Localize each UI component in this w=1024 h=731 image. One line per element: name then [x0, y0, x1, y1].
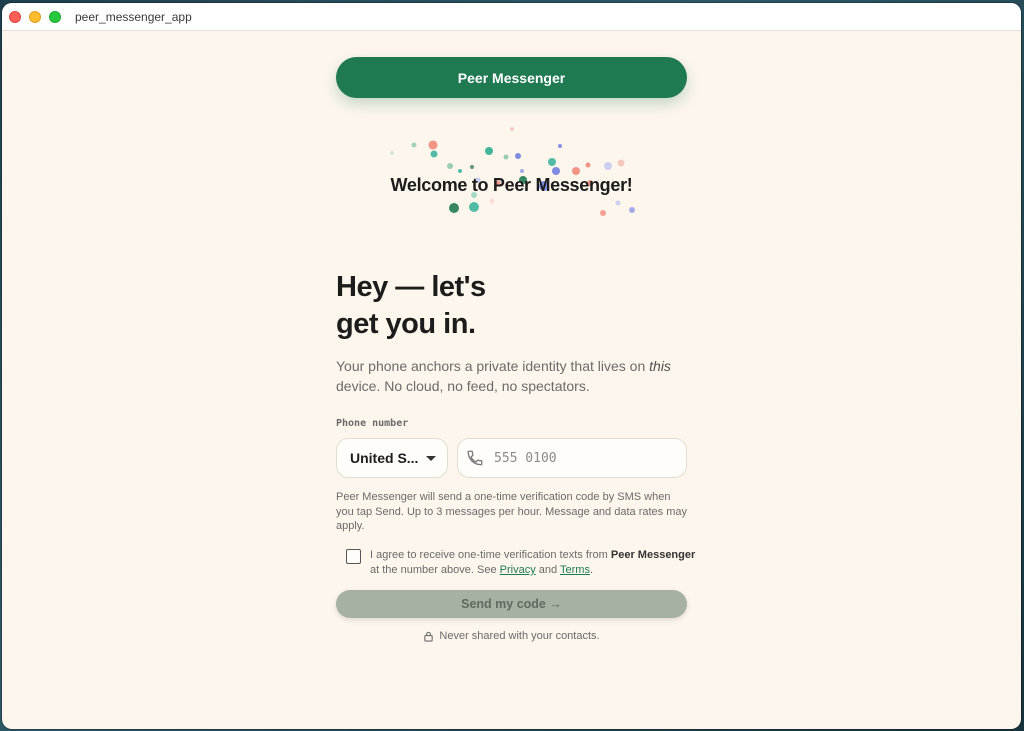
consent-and: and [535, 564, 560, 576]
country-select-value: United S... [350, 450, 419, 466]
privacy-link[interactable]: Privacy [500, 564, 536, 576]
chevron-down-icon [426, 455, 437, 461]
brand-header: Peer Messenger [336, 57, 687, 98]
country-select[interactable]: United S... [336, 438, 448, 478]
phone-number-input[interactable] [494, 450, 674, 466]
send-code-button[interactable]: Send my code → [336, 590, 687, 618]
sms-disclosure: Peer Messenger will send a one-time veri… [336, 491, 687, 532]
title-bar: peer_messenger_app [2, 3, 1021, 31]
maximize-window-button[interactable] [49, 10, 61, 23]
lock-icon [424, 631, 434, 642]
close-window-button[interactable] [9, 10, 21, 23]
intro-text-emphasis: this [649, 358, 671, 374]
intro-text-part-1: Your phone anchors a private identity th… [336, 358, 650, 374]
window-title: peer_messenger_app [75, 9, 192, 24]
headline-line-2: get you in. [336, 308, 476, 340]
consent-checkbox[interactable] [346, 549, 361, 564]
headline-line-1: Hey — let's [336, 271, 486, 303]
terms-link[interactable]: Terms [560, 564, 590, 576]
privacy-note: Never shared with your contacts. [336, 630, 687, 642]
intro-text: Your phone anchors a private identity th… [336, 356, 687, 396]
consent-end: . [589, 564, 594, 576]
confetti-decoration [390, 127, 635, 216]
consent-text-part-1: I agree to receive one-time verification… [370, 549, 611, 561]
minimize-window-button[interactable] [29, 10, 41, 23]
consent-brand: Peer Messenger [610, 549, 696, 561]
onboarding-content: Peer Messenger Welcome to Peer Messenger… [2, 31, 1021, 729]
app-window: peer_messenger_app Peer Messenger Welcom… [2, 3, 1021, 729]
headline: Hey — let's get you in. [336, 269, 687, 343]
consent-text-part-2: at the number above. See [370, 564, 500, 576]
privacy-note-text: Never shared with your contacts. [439, 630, 600, 642]
intro-text-part-2: device. No cloud, no feed, no spectators… [336, 378, 590, 394]
phone-number-field[interactable] [457, 438, 687, 478]
consent-text: I agree to receive one-time verification… [370, 548, 700, 578]
phone-icon [467, 450, 483, 466]
welcome-title: Welcome to Peer Messenger! [390, 175, 633, 195]
phone-number-label: Phone number [336, 418, 409, 429]
